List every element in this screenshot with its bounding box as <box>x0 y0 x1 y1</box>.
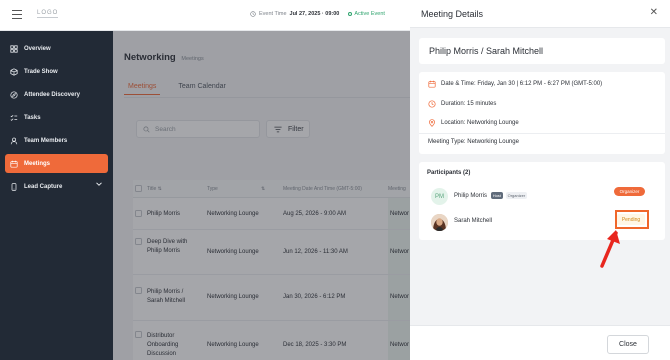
sidebar-item-attendee-discovery[interactable]: Attendee Discovery <box>5 85 108 104</box>
sidebar-item-label: Trade Show <box>24 68 58 75</box>
host-tag: Host <box>490 192 503 199</box>
grid-icon <box>10 44 18 53</box>
event-time: Event Time Jul 27, 2025 · 09:00 Active E… <box>250 11 385 17</box>
sidebar-item-meetings[interactable]: Meetings <box>5 154 108 173</box>
calendar-icon <box>10 160 18 168</box>
location-pin-icon <box>428 119 436 127</box>
meeting-type-line: Meeting Type: Networking Lounge <box>428 139 519 145</box>
panel-header: Meeting Details ✕ <box>410 0 670 28</box>
participants-title: Participants (2) <box>427 170 471 176</box>
panel-title: Meeting Details <box>421 9 484 19</box>
sidebar-item-label: Meetings <box>24 160 51 167</box>
sidebar-item-label: Attendee Discovery <box>24 91 81 98</box>
sidebar-item-team-members[interactable]: Team Members <box>5 131 108 150</box>
sidebar: Overview Trade Show Attendee Discovery T… <box>0 31 113 360</box>
event-time-value: Jul 27, 2025 · 09:00 <box>289 11 340 17</box>
modal-backdrop[interactable] <box>113 31 410 360</box>
organizer-badge: Organizer <box>614 187 645 196</box>
annotation-arrow-icon <box>600 230 620 268</box>
duration-line: Duration: 15 minutes <box>428 100 496 108</box>
duration-text: Duration: 15 minutes <box>441 101 497 107</box>
sidebar-item-lead-capture[interactable]: Lead Capture <box>5 177 108 196</box>
user-icon <box>10 137 18 145</box>
sidebar-item-label: Lead Capture <box>24 183 63 190</box>
sidebar-item-label: Tasks <box>24 114 41 121</box>
annotation-highlight <box>615 210 649 229</box>
avatar: PM <box>431 188 448 205</box>
phone-icon <box>10 182 18 191</box>
cube-icon <box>10 67 18 76</box>
logo: LOGO <box>37 10 59 18</box>
checklist-icon <box>10 114 18 122</box>
panel-footer: Close <box>410 325 670 360</box>
compass-icon <box>10 90 18 99</box>
event-time-label: Event Time <box>259 11 287 17</box>
location-text: Location: Networking Lounge <box>441 120 519 126</box>
sarah-photo <box>431 214 448 231</box>
clock-icon <box>428 100 436 108</box>
calendar-icon <box>428 80 436 88</box>
sidebar-item-tasks[interactable]: Tasks <box>5 108 108 127</box>
chevron-down-icon[interactable] <box>96 182 102 188</box>
meeting-name-card: Philip Morris / Sarah Mitchell <box>419 38 665 64</box>
meeting-details-panel: Meeting Details ✕ Philip Morris / Sarah … <box>410 0 670 360</box>
avatar <box>431 214 448 231</box>
participant-name: Philip Morris <box>454 193 488 200</box>
date-time-line: Date & Time: Friday, Jan 30 | 6:12 PM - … <box>428 80 602 88</box>
meeting-info-card: Date & Time: Friday, Jan 30 | 6:12 PM - … <box>419 72 665 154</box>
close-icon[interactable]: ✕ <box>650 8 658 18</box>
participant-sarah[interactable]: Sarah Mitchell <box>454 218 492 224</box>
active-event-label: Active Event <box>354 11 385 17</box>
sidebar-item-label: Overview <box>24 45 51 52</box>
active-event-status: Active Event <box>348 11 385 17</box>
divider <box>419 133 665 134</box>
organizer-tag: Organizer <box>505 192 528 199</box>
clock-icon <box>250 11 256 17</box>
sidebar-item-label: Team Members <box>24 137 68 144</box>
location-line: Location: Networking Lounge <box>428 119 519 127</box>
meeting-name: Philip Morris / Sarah Mitchell <box>429 46 544 56</box>
sidebar-item-trade-show[interactable]: Trade Show <box>5 62 108 81</box>
close-button[interactable]: Close <box>607 335 649 354</box>
participant-philip[interactable]: Philip Morris Host Organizer <box>454 192 528 200</box>
meeting-type-text: Meeting Type: Networking Lounge <box>428 139 519 145</box>
active-status-icon <box>348 12 353 16</box>
participant-name: Sarah Mitchell <box>454 218 493 224</box>
sidebar-item-overview[interactable]: Overview <box>5 39 108 58</box>
date-time-text: Date & Time: Friday, Jan 30 | 6:12 PM - … <box>441 81 603 87</box>
menu-icon[interactable] <box>12 10 22 19</box>
